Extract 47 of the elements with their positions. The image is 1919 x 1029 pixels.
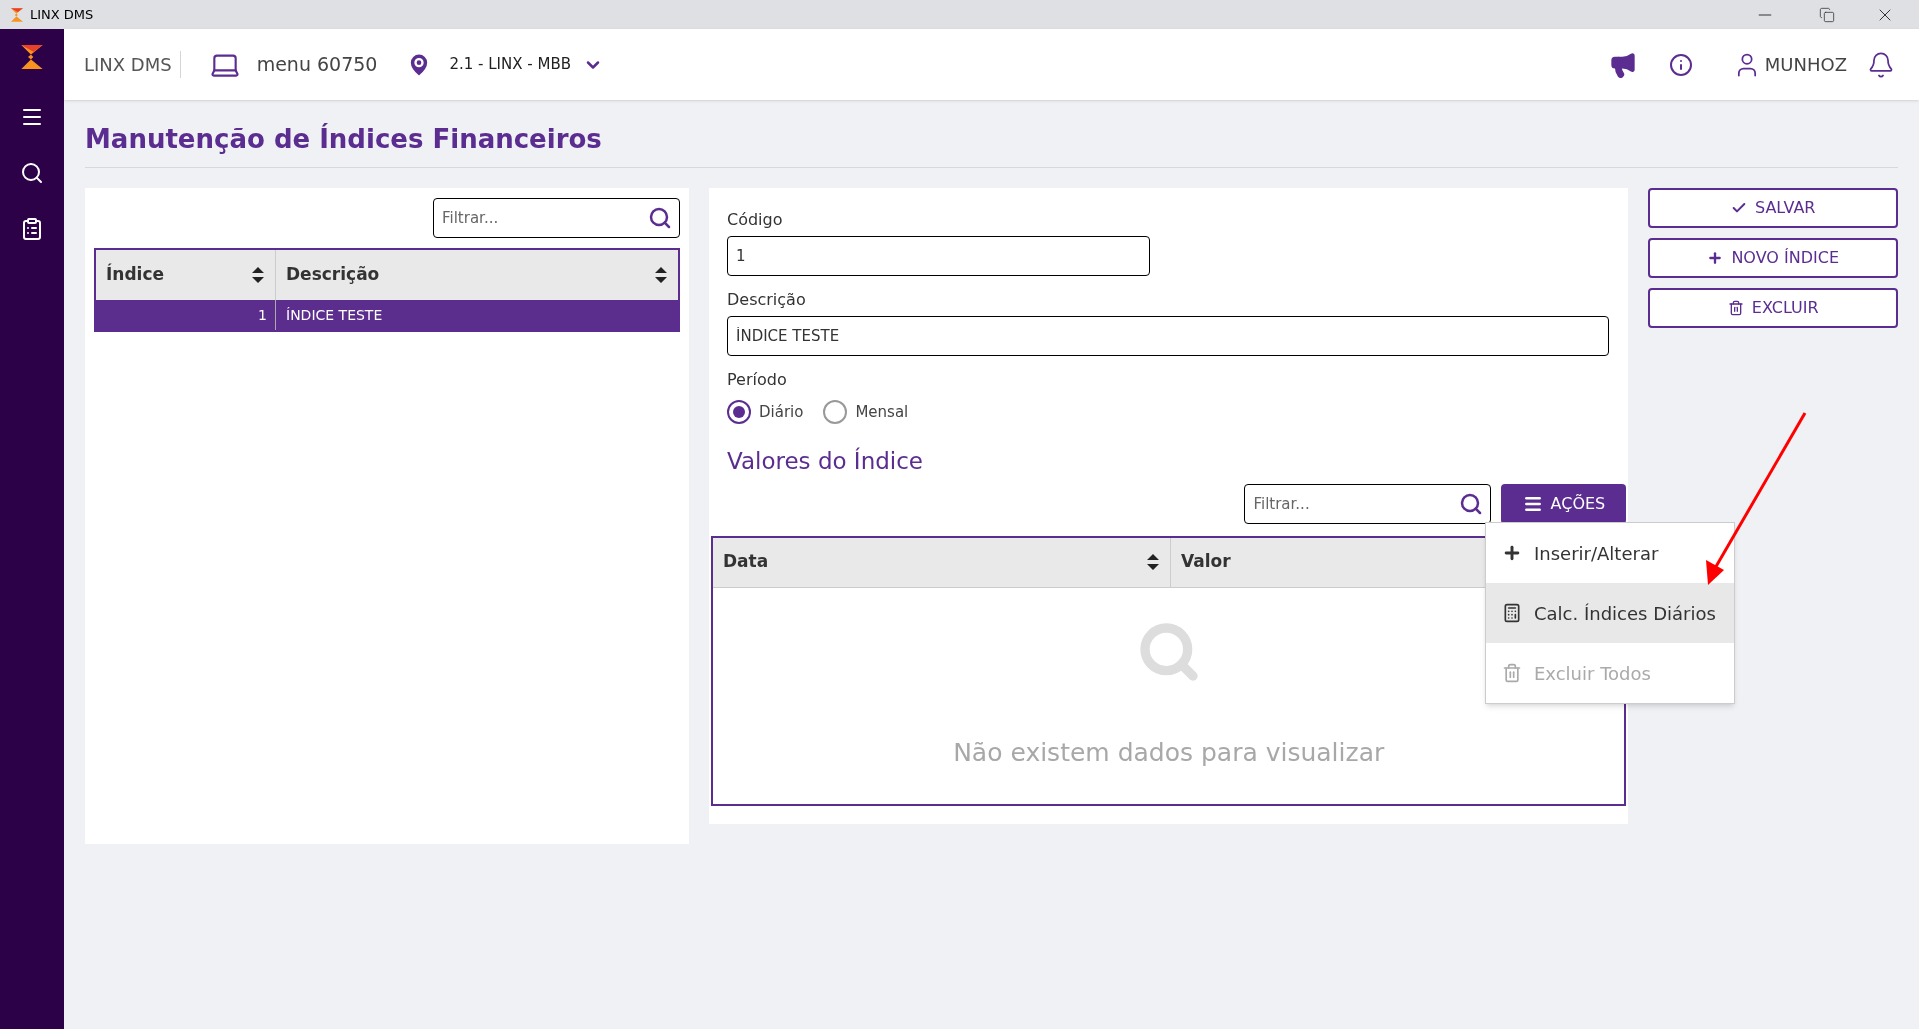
calculator-icon (1502, 603, 1522, 623)
search-icon[interactable] (1459, 491, 1484, 516)
section-title: Valores do Índice (727, 446, 924, 476)
plus-icon (1502, 543, 1522, 563)
megaphone-icon[interactable] (1608, 50, 1637, 79)
radio-option[interactable]: Mensal (823, 400, 909, 424)
code-field[interactable]: 1 (727, 236, 1150, 276)
sort-icon[interactable] (654, 266, 668, 284)
window-title: LINX DMS (30, 5, 94, 24)
filter-field[interactable]: Filtrar... (1244, 483, 1492, 524)
search-icon[interactable] (20, 161, 44, 185)
clipboard-icon[interactable] (20, 217, 44, 241)
menu-item[interactable]: Calc. Índices Diários (1486, 583, 1734, 643)
filter-field[interactable]: Filtrar... (433, 198, 680, 238)
column-header[interactable]: Data (713, 537, 1171, 587)
user-name[interactable]: MUNHOZ (1764, 51, 1847, 78)
menu-item[interactable]: Inserir/Alterar (1486, 523, 1734, 583)
action-button[interactable]: NOVO ÍNDICE (1648, 238, 1898, 278)
empty-message: Não existem dados para visualizar (953, 736, 1385, 769)
actions-button[interactable]: AÇÕES (1501, 483, 1627, 524)
radio-option[interactable]: Diário (727, 400, 804, 424)
location-selector[interactable]: 2.1 - LINX - MBB (449, 53, 603, 76)
field-label: Descrição (727, 289, 807, 311)
field-label: Código (727, 209, 784, 231)
restore-icon[interactable] (1819, 6, 1835, 23)
search-icon[interactable] (648, 206, 672, 230)
field-label: Período (727, 369, 788, 391)
sort-icon[interactable] (1146, 553, 1160, 571)
page-title: Manutenção de Índices Financeiros (85, 100, 1898, 168)
info-icon[interactable] (1668, 52, 1693, 77)
logo-icon (8, 5, 26, 24)
brand-label: LINX DMS (84, 51, 181, 78)
plus-icon (1707, 250, 1724, 266)
trash-icon (1502, 663, 1522, 683)
trash-icon (1727, 300, 1744, 316)
table-row[interactable]: 1 ÍNDICE TESTE (96, 300, 678, 330)
description-field[interactable]: ÍNDICE TESTE (727, 316, 1609, 356)
column-header[interactable]: Descrição (276, 250, 678, 300)
action-button[interactable]: SALVAR (1648, 188, 1898, 228)
menu-label: menu 60750 (256, 52, 378, 78)
action-button[interactable]: EXCLUIR (1648, 288, 1898, 328)
table-cell: 1 (96, 300, 276, 330)
radio-button[interactable] (823, 400, 848, 424)
bell-icon[interactable] (1867, 50, 1895, 79)
radio-button[interactable] (727, 400, 751, 424)
sort-icon[interactable] (251, 266, 265, 284)
table-cell-text: ÍNDICE TESTE (285, 305, 384, 325)
